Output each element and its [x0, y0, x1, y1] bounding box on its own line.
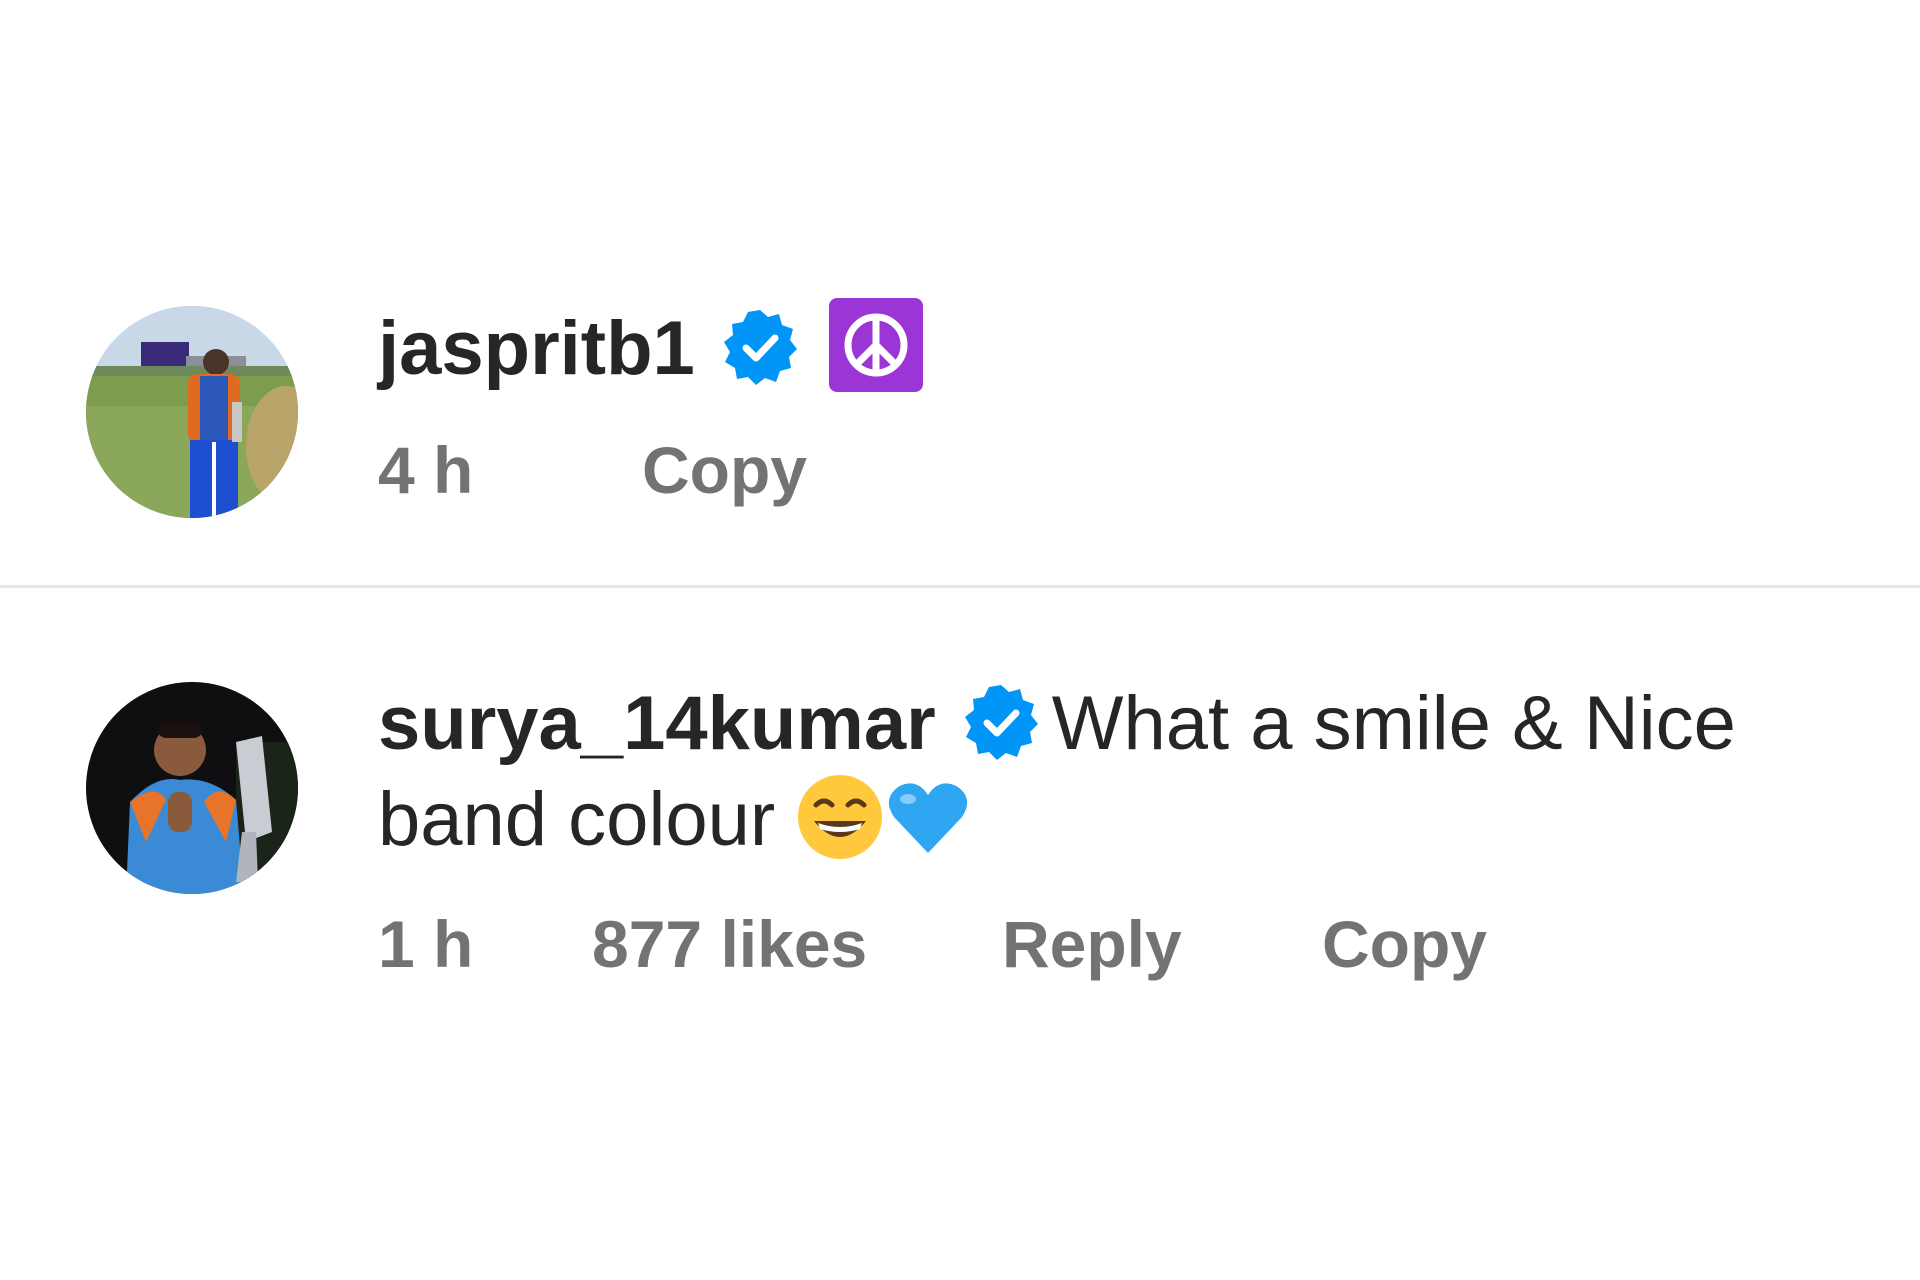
comment-headline: jaspritb1 — [378, 298, 923, 397]
username-link[interactable]: jaspritb1 — [378, 306, 695, 391]
comment-time: 4 h — [378, 433, 474, 507]
comments-screen: jaspritb1 4 h Copy surya_14kumar What a … — [0, 0, 1920, 1280]
copy-button[interactable]: Copy — [1322, 906, 1487, 982]
username-link[interactable]: surya_14kumar — [378, 681, 936, 766]
divider — [0, 585, 1920, 588]
likes-count-button[interactable]: 877 likes — [592, 906, 867, 982]
comment-text-continued: band colour — [378, 777, 776, 862]
blue-heart-icon — [884, 773, 972, 861]
comment-text: What a smile & Nice — [1051, 681, 1736, 766]
avatar[interactable] — [86, 682, 298, 894]
peace-symbol-icon — [828, 298, 923, 392]
comment-headline: surya_14kumar What a smile & Nice — [378, 676, 1736, 772]
reply-button[interactable]: Reply — [1002, 906, 1182, 982]
comment-time: 1 h — [378, 907, 474, 981]
copy-button[interactable]: Copy — [642, 432, 807, 508]
comment-headline-line2: band colour — [378, 772, 1736, 868]
grinning-face-icon — [796, 773, 884, 861]
avatar[interactable] — [86, 306, 298, 518]
verified-badge-icon — [962, 683, 1040, 761]
verified-badge-icon — [721, 308, 799, 386]
